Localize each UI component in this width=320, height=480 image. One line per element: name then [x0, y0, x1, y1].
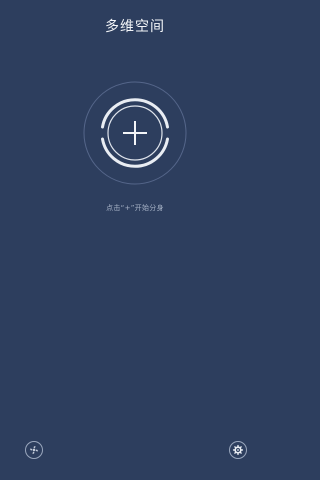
settings-button[interactable] [229, 441, 247, 459]
fan-icon [30, 446, 38, 454]
screen: 多维空间 点击“+”开始分身 [0, 0, 270, 480]
gear-icon [232, 444, 244, 456]
plus-icon [123, 121, 147, 145]
page-title: 多维空间 [105, 19, 165, 35]
add-ring-graphic [83, 81, 187, 185]
hint-text: 点击“+”开始分身 [106, 204, 164, 212]
fan-button[interactable] [25, 441, 43, 459]
add-clone-button[interactable] [82, 80, 188, 186]
